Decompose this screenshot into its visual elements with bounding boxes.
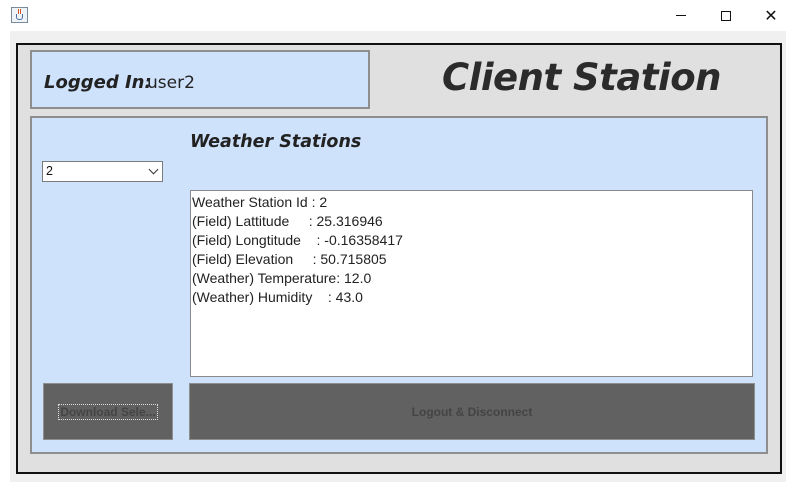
minimize-icon (676, 15, 686, 16)
download-button-label: Download Sele... (58, 403, 158, 420)
username-value: user2 (147, 73, 195, 93)
detail-line: (Field) Longtitude : -0.16358417 (192, 232, 403, 248)
page-title: Client Station (442, 56, 721, 99)
login-panel: Logged In: user2 (30, 50, 370, 109)
detail-line: (Field) Elevation : 50.715805 (192, 251, 387, 267)
download-selected-button[interactable]: Download Sele... (43, 383, 173, 440)
logout-button-label: Logout & Disconnect (411, 404, 533, 419)
station-select-value: 2 (46, 164, 53, 178)
minimize-button[interactable] (658, 0, 704, 31)
logout-disconnect-button[interactable]: Logout & Disconnect (189, 383, 755, 440)
close-icon: ✕ (764, 5, 778, 25)
close-button[interactable]: ✕ (748, 0, 786, 31)
detail-line: Weather Station Id : 2 (192, 194, 328, 210)
detail-line: (Field) Lattitude : 25.316946 (192, 213, 383, 229)
station-select[interactable]: 2 (42, 161, 163, 182)
detail-line: (Weather) Temperature: 12.0 (192, 270, 372, 286)
detail-line: (Weather) Humidity : 43.0 (192, 289, 363, 305)
chevron-down-icon (148, 164, 159, 175)
logged-in-label: Logged In: (44, 72, 152, 93)
maximize-button[interactable] (703, 0, 749, 31)
section-title: Weather Stations (190, 132, 362, 152)
java-app-icon (11, 7, 28, 23)
maximize-icon (721, 10, 731, 21)
station-details-textarea[interactable]: Weather Station Id : 2 (Field) Lattitude… (190, 190, 753, 377)
title-bar: ✕ (0, 0, 786, 31)
